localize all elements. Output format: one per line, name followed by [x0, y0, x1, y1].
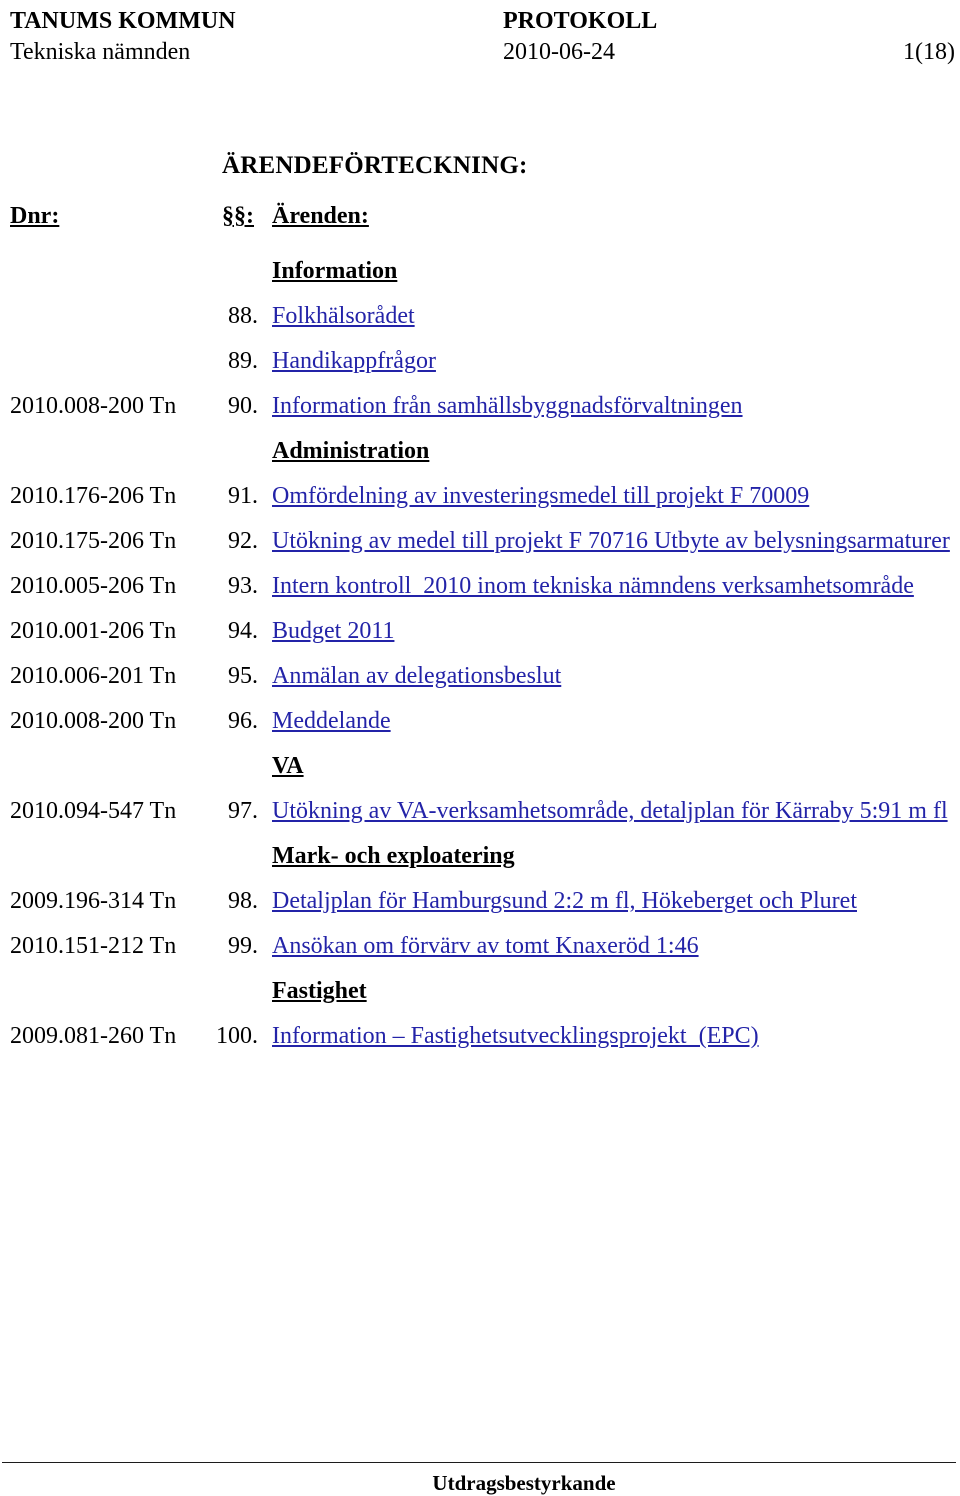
agenda-paragraph-number: 89.: [228, 348, 258, 374]
agenda-dnr: 2010.151-212 Tn: [10, 933, 177, 959]
agenda-dnr: 2010.008-200 Tn: [10, 708, 177, 734]
agenda-row: 2010.176-206 Tn 91. Omfördelning av invest…: [0, 481, 960, 526]
agenda-list: Information 88. Folkhälsorådet 89. Handikapp…: [0, 256, 960, 1066]
agenda-paragraph-number: 95.: [228, 663, 258, 689]
agenda-title-cell: Meddelande: [272, 706, 391, 736]
agenda-row: 2010.008-200 Tn 90. Information från samhä…: [0, 391, 960, 436]
agenda-item-link[interactable]: Meddelande: [272, 708, 391, 734]
attestation-label: Utdragsbestyrkande: [432, 1471, 616, 1495]
agenda-row: 2010.006-201 Tn 95. Anmälan av delegations…: [0, 661, 960, 706]
agenda-paragraph-number: 100.: [216, 1023, 258, 1049]
agenda-dnr: 2010.176-206 Tn: [10, 483, 177, 509]
agenda-item-link[interactable]: Intern kontroll 2010 inom tekniska nämnd…: [272, 573, 914, 599]
agenda-item-link[interactable]: Utökning av medel till projekt F 70716 U…: [272, 528, 950, 554]
agenda-row: 2009.081-260 Tn 100. Information – Fastigh…: [0, 1021, 960, 1066]
agenda-title-cell: Handikappfrågor: [272, 346, 436, 376]
agenda-paragraph-number: 98.: [228, 888, 258, 914]
agenda-dnr: 2010.006-201 Tn: [10, 663, 177, 689]
agenda-paragraph-number: 88.: [228, 303, 258, 329]
agenda-item-link[interactable]: Handikappfrågor: [272, 348, 436, 374]
agenda-row: 2010.094-547 Tn 97. Utökning av VA-verksam…: [0, 796, 960, 841]
agenda-item-link[interactable]: Anmälan av delegationsbeslut: [272, 663, 561, 689]
column-header-dnr: Dnr:: [10, 203, 60, 229]
agenda-dnr: 2010.005-206 Tn: [10, 573, 177, 599]
page-number: 1(18): [903, 39, 955, 66]
table-column-headers: Dnr: §§: Ärenden:: [0, 203, 960, 233]
agenda-dnr: 2009.196-314 Tn: [10, 888, 177, 914]
section-heading-label: Information: [272, 258, 398, 284]
board-name: Tekniska nämnden: [10, 39, 191, 66]
section-heading-label: VA: [272, 753, 304, 779]
agenda-row: 89. Handikappfrågor: [0, 346, 960, 391]
agenda-paragraph-number: 97.: [228, 798, 258, 824]
agenda-paragraph-number: 99.: [228, 933, 258, 959]
agenda-title-cell: Detaljplan för Hamburgsund 2:2 m fl, Hök…: [272, 886, 857, 916]
agenda-title-cell: Information från samhällsbyggnadsförvalt…: [272, 391, 743, 421]
agenda-item-link[interactable]: Information från samhällsbyggnadsförvalt…: [272, 393, 743, 419]
agenda-title-cell: Intern kontroll 2010 inom tekniska nämnd…: [272, 571, 914, 601]
section-heading: Administration: [0, 436, 960, 481]
agenda-title-cell: Anmälan av delegationsbeslut: [272, 661, 561, 691]
agenda-row: 2010.008-200 Tn 96. Meddelande: [0, 706, 960, 751]
agenda-item-link[interactable]: Ansökan om förvärv av tomt Knaxeröd 1:46: [272, 933, 699, 959]
agenda-item-link[interactable]: Utökning av VA-verksamhetsområde, detalj…: [272, 798, 948, 824]
document-header: TANUMS KOMMUN PROTOKOLL Tekniska nämnden…: [10, 6, 955, 68]
agenda-row: 2010.151-212 Tn 99. Ansökan om förvärv av …: [0, 931, 960, 976]
section-heading-label: Mark- och exploatering: [272, 843, 515, 869]
agenda-title-cell: Utökning av medel till projekt F 70716 U…: [272, 526, 950, 556]
agenda-title-cell: Information – Fastighetsutvecklingsproje…: [272, 1021, 759, 1051]
agenda-title-cell: Folkhälsorådet: [272, 301, 415, 331]
header-row-bottom: Tekniska nämnden 2010-06-24 1(18): [10, 37, 955, 68]
document-type: PROTOKOLL: [503, 8, 658, 34]
agenda-paragraph-number: 92.: [228, 528, 258, 554]
section-heading: Mark- och exploatering: [0, 841, 960, 886]
agenda-row: 2010.005-206 Tn 93. Intern kontroll 2010 i…: [0, 571, 960, 616]
header-row-top: TANUMS KOMMUN PROTOKOLL: [10, 6, 955, 37]
agenda-row: 2010.001-206 Tn 94. Budget 2011: [0, 616, 960, 661]
agenda-paragraph-number: 96.: [228, 708, 258, 734]
section-heading-label: Administration: [272, 438, 430, 464]
organization-name: TANUMS KOMMUN: [10, 8, 236, 34]
section-heading-label: Fastighet: [272, 978, 367, 1004]
agenda-dnr: 2010.008-200 Tn: [10, 393, 177, 419]
agenda-title-cell: Budget 2011: [272, 616, 394, 646]
agenda-dnr: 2009.081-260 Tn: [10, 1023, 177, 1049]
agenda-paragraph-number: 90.: [228, 393, 258, 419]
agenda-item-link[interactable]: Information – Fastighetsutvecklingsproje…: [272, 1023, 759, 1049]
agenda-title-cell: Utökning av VA-verksamhetsområde, detalj…: [272, 796, 948, 826]
document-date: 2010-06-24: [503, 39, 615, 66]
agenda-item-link[interactable]: Budget 2011: [272, 618, 394, 644]
agenda-row: 2009.196-314 Tn 98. Detaljplan för Hamburg…: [0, 886, 960, 931]
agenda-paragraph-number: 91.: [228, 483, 258, 509]
agenda-paragraph-number: 94.: [228, 618, 258, 644]
section-heading: Information: [0, 256, 960, 301]
section-heading: VA: [0, 751, 960, 796]
agenda-paragraph-number: 93.: [228, 573, 258, 599]
column-header-matter: Ärenden:: [272, 203, 369, 229]
page-title: ÄRENDEFÖRTECKNING:: [222, 152, 528, 179]
agenda-title-cell: Omfördelning av investeringsmedel till p…: [272, 481, 809, 511]
agenda-item-link[interactable]: Omfördelning av investeringsmedel till p…: [272, 483, 809, 509]
footer-divider: [2, 1462, 956, 1463]
agenda-item-link[interactable]: Folkhälsorådet: [272, 303, 415, 329]
agenda-item-link[interactable]: Detaljplan för Hamburgsund 2:2 m fl, Hök…: [272, 888, 857, 914]
section-heading: Fastighet: [0, 976, 960, 1021]
agenda-dnr: 2010.175-206 Tn: [10, 528, 177, 554]
column-header-paragraph: §§:: [222, 203, 254, 229]
agenda-dnr: 2010.001-206 Tn: [10, 618, 177, 644]
protocol-page: TANUMS KOMMUN PROTOKOLL Tekniska nämnden…: [0, 0, 960, 1495]
agenda-row: 88. Folkhälsorådet: [0, 301, 960, 346]
agenda-row: 2010.175-206 Tn 92. Utökning av medel till…: [0, 526, 960, 571]
agenda-title-cell: Ansökan om förvärv av tomt Knaxeröd 1:46: [272, 931, 699, 961]
agenda-dnr: 2010.094-547 Tn: [10, 798, 177, 824]
